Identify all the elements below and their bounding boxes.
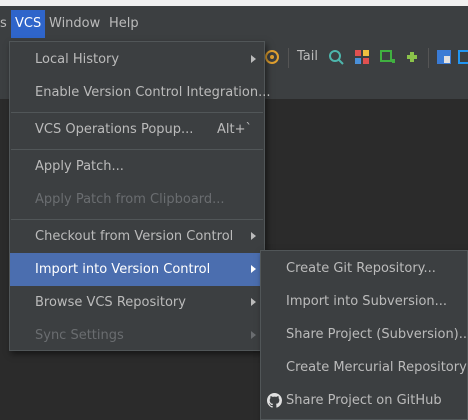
menu-item-label: Checkout from Version Control <box>35 229 234 244</box>
toolbar-separator <box>428 48 429 68</box>
submenu-arrow-icon <box>251 265 256 273</box>
menu-item-apply-patch[interactable]: Apply Patch... <box>10 150 264 183</box>
plugin-icon[interactable] <box>404 49 420 65</box>
menu-item-enable-vcs-integration[interactable]: Enable Version Control Integration... <box>10 76 271 109</box>
vcs-menu: Local History Enable Version Control Int… <box>9 41 271 352</box>
menubar-item-window[interactable]: Window <box>49 15 100 33</box>
menu-item-label: Apply Patch... <box>35 159 124 174</box>
menu-item-local-history[interactable]: Local History <box>10 43 264 76</box>
submenu-item-create-git-repository[interactable]: Create Git Repository... <box>261 252 467 285</box>
submenu-arrow-icon <box>251 331 256 339</box>
structure-icon[interactable] <box>354 49 370 65</box>
menu-item-checkout[interactable]: Checkout from Version Control <box>10 220 264 253</box>
submenu-arrow-icon <box>251 232 256 240</box>
menu-item-sync-settings: Sync Settings <box>10 319 264 352</box>
submenu-item-share-project-subversion[interactable]: Share Project (Subversion)... <box>261 318 468 351</box>
toolbar-separator <box>288 48 289 68</box>
menu-item-label: Sync Settings <box>35 328 124 343</box>
menu-item-label: Create Mercurial Repository <box>286 360 467 375</box>
menubar-item-partial[interactable]: s <box>0 15 7 33</box>
menu-item-apply-patch-clipboard: Apply Patch from Clipboard... <box>10 183 264 216</box>
submenu-item-create-mercurial-repository[interactable]: Create Mercurial Repository <box>261 351 467 384</box>
diagram-icon[interactable] <box>380 49 396 65</box>
menubar-item-vcs-label: VCS <box>15 16 42 31</box>
submenu-item-share-project-github[interactable]: Share Project on GitHub <box>261 384 467 417</box>
menu-item-label: VCS Operations Popup... <box>35 122 194 137</box>
extra-toolbar-icon[interactable] <box>458 49 468 65</box>
submenu-arrow-icon <box>251 55 256 63</box>
shortcut-label: Alt+` <box>217 122 252 137</box>
search-icon[interactable] <box>328 49 344 65</box>
github-icon <box>267 393 282 408</box>
tail-label[interactable]: Tail <box>297 48 318 66</box>
menubar-item-vcs[interactable]: VCS <box>11 10 46 38</box>
menu-item-browse-vcs-repository[interactable]: Browse VCS Repository <box>10 286 264 319</box>
menu-item-label: Enable Version Control Integration... <box>35 85 271 100</box>
menu-item-label: Local History <box>35 52 120 67</box>
menubar: s VCS Window Help <box>0 6 468 41</box>
menu-item-label: Share Project on GitHub <box>286 393 442 408</box>
gear-icon[interactable] <box>264 49 280 65</box>
translate-icon[interactable] <box>436 49 452 65</box>
menu-item-label: Import into Version Control <box>35 262 211 277</box>
menubar-item-help[interactable]: Help <box>109 15 139 33</box>
menu-item-vcs-operations-popup[interactable]: VCS Operations Popup... Alt+` <box>10 113 264 146</box>
menu-item-label: Create Git Repository... <box>286 261 436 276</box>
ide-window: s VCS Window Help Tail Local History Ena… <box>0 0 468 420</box>
menu-item-label: Import into Subversion... <box>286 294 448 309</box>
submenu-item-import-into-subversion[interactable]: Import into Subversion... <box>261 285 467 318</box>
submenu-arrow-icon <box>251 298 256 306</box>
menu-item-label: Share Project (Subversion)... <box>286 327 468 342</box>
menu-item-label: Apply Patch from Clipboard... <box>35 192 225 207</box>
menu-item-import-into-vcs[interactable]: Import into Version Control <box>10 253 264 286</box>
import-submenu: Create Git Repository... Import into Sub… <box>260 250 468 420</box>
menu-item-label: Browse VCS Repository <box>35 295 186 310</box>
